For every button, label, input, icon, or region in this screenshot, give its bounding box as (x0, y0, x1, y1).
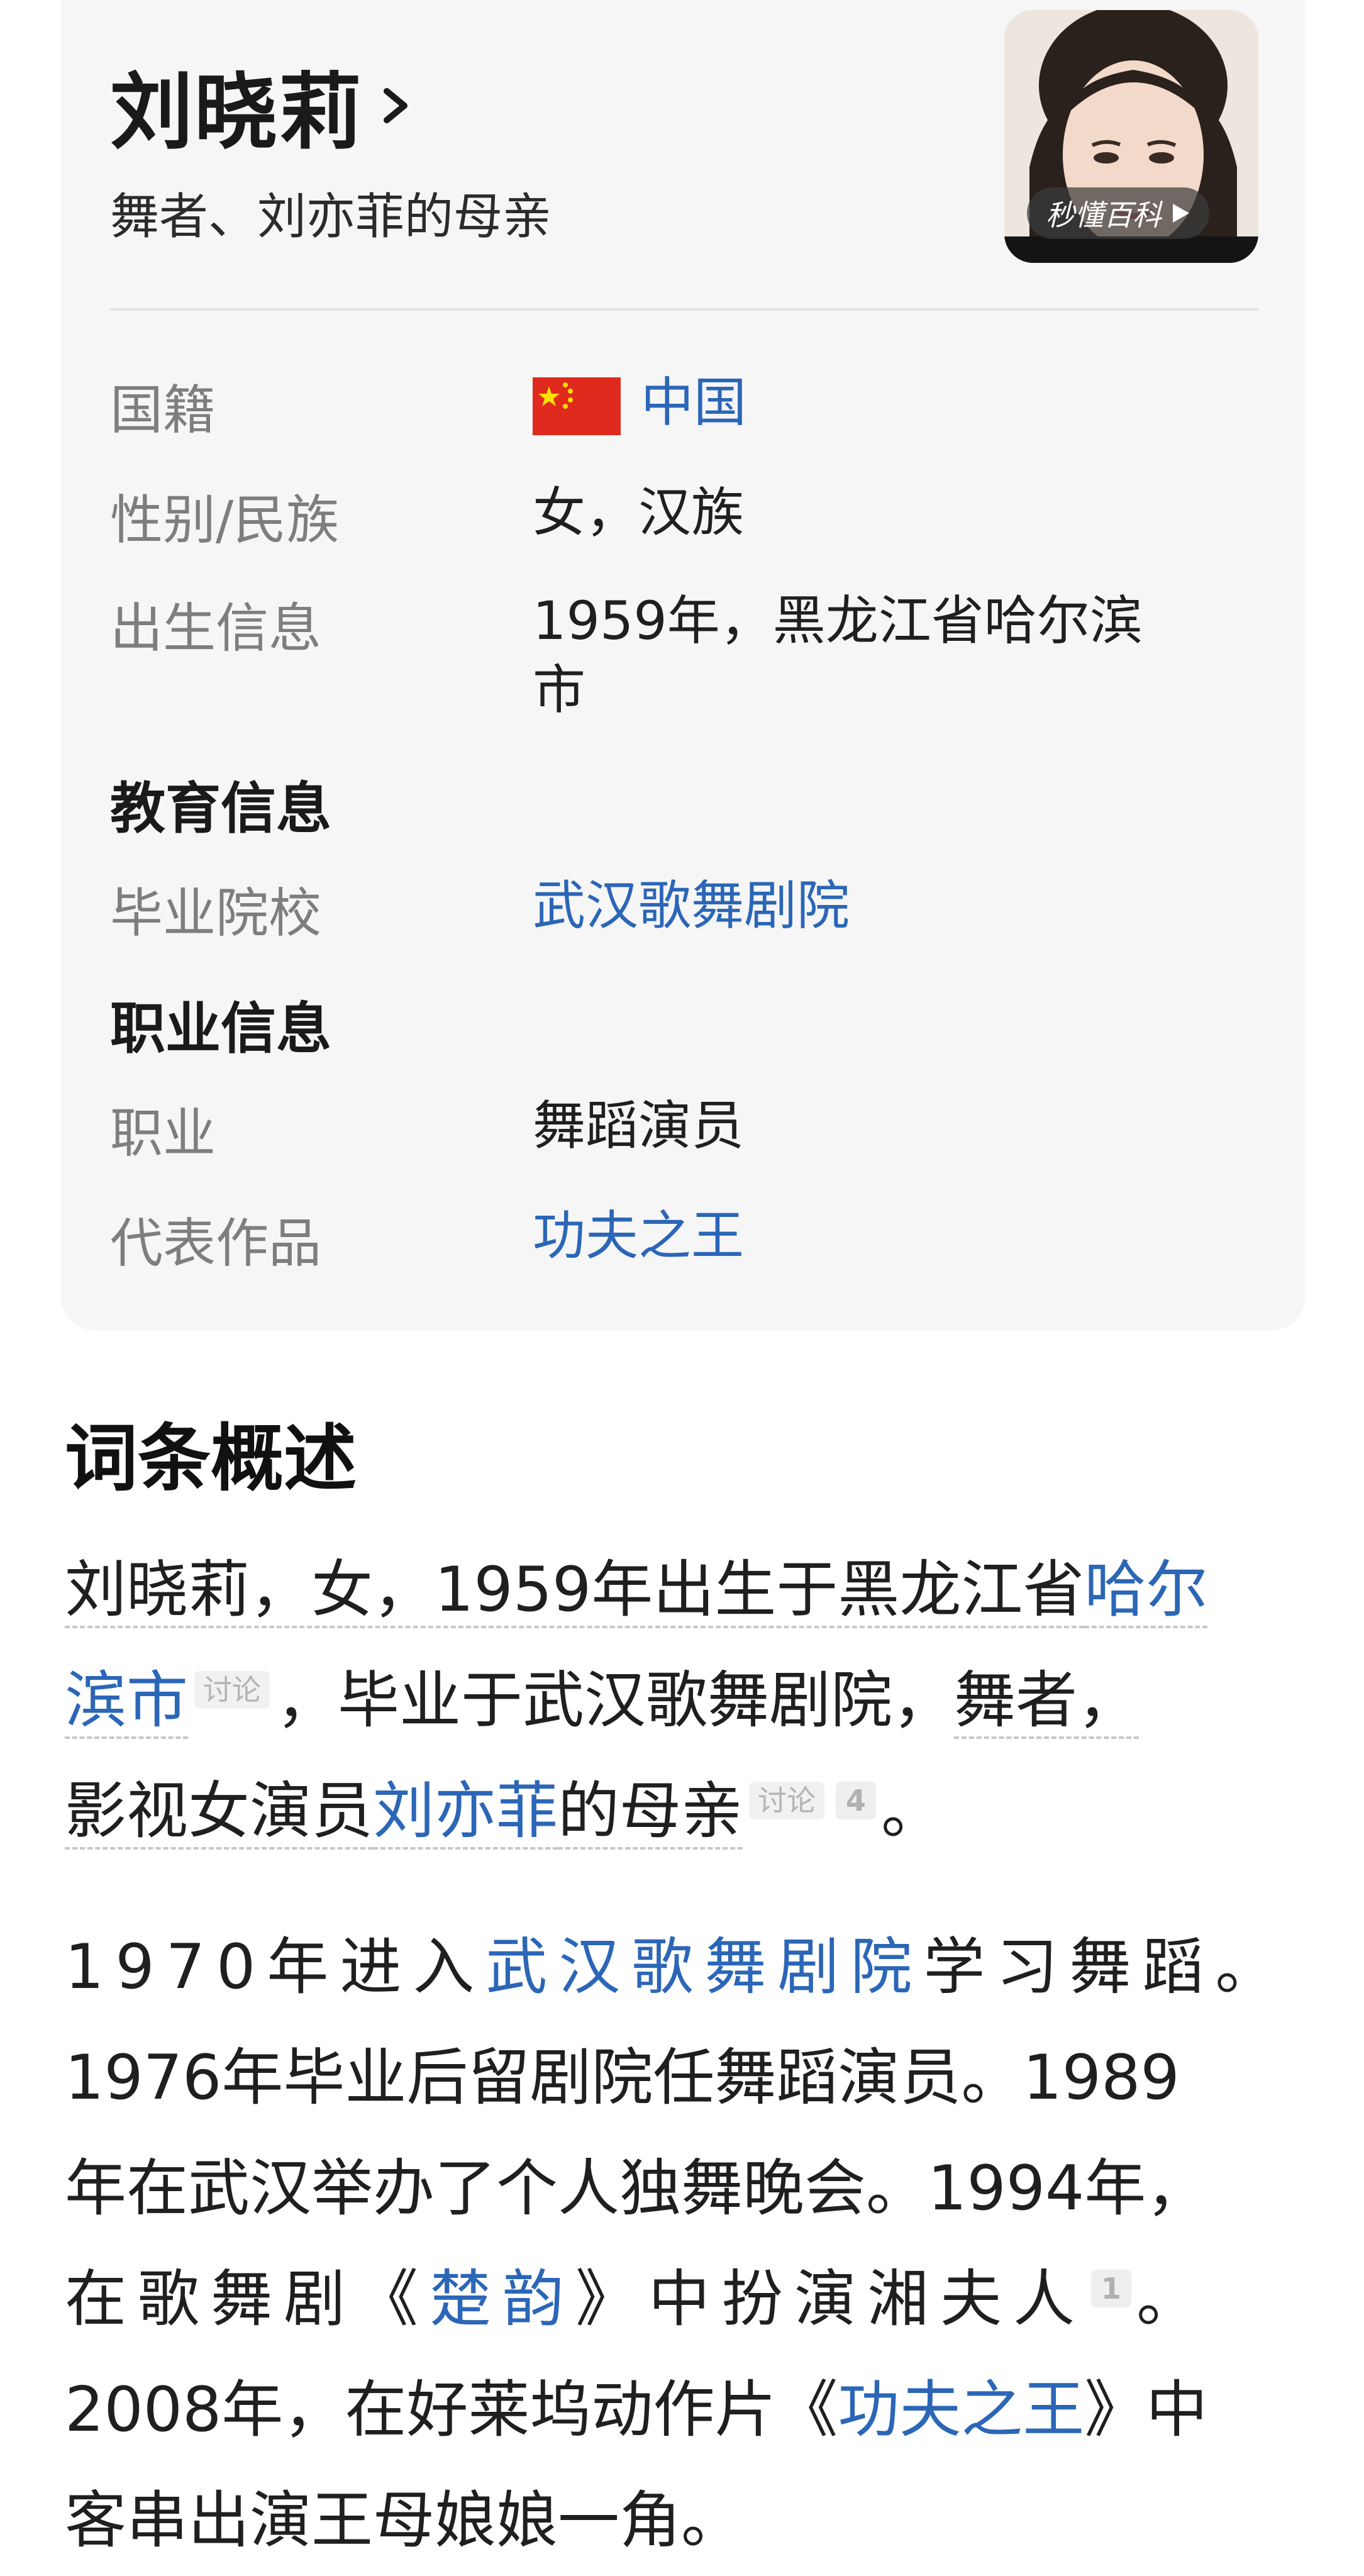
person-name: 刘晓莉 (110, 64, 363, 161)
reference-badge[interactable]: 4 (836, 1782, 877, 1820)
field-label: 性别/民族 (110, 489, 340, 551)
discuss-tag[interactable]: 讨论 (749, 1782, 825, 1820)
text-span: 影视女演员 (65, 1775, 374, 1850)
person-name-link[interactable]: 刘晓莉 (110, 45, 419, 165)
card-divider (110, 308, 1258, 311)
text-span: 1970年进入 (65, 1931, 486, 2003)
field-occupation: 职业 舞蹈演员 (110, 1091, 1261, 1167)
school-link[interactable]: 武汉歌舞剧院 (533, 871, 850, 947)
china-flag-icon (533, 377, 621, 436)
field-gender: 性别/民族 女，汉族 (110, 478, 1261, 554)
paragraph-line: 影视女演员刘亦菲的母亲 讨论 4。 (65, 1756, 1304, 1867)
birth-value-line: 1959年，黑龙江省哈尔滨 (533, 590, 1143, 652)
paragraph-line: 客串出演王母娘娘一角。 (65, 2485, 743, 2557)
paragraph-line: 1976年毕业后留剧院任舞蹈演员。1989 (65, 2042, 1180, 2114)
link-wuhan-opera[interactable]: 武汉歌舞剧院 (485, 1931, 923, 2003)
paragraph-line: 2008年，在好莱坞动作片《功夫之王》中 (65, 2355, 1304, 2465)
field-birth: 出生信息 1959年，黑龙江省哈尔滨 市 (110, 586, 1261, 724)
field-label: 职业 (110, 1102, 216, 1164)
paragraph-line: 滨市 讨论 ，毕业于武汉歌舞剧院，舞者， (65, 1645, 1304, 1756)
reference-badge[interactable]: 1 (1091, 2270, 1132, 2308)
text-span: 刘晓莉，女，1959年出生于黑龙江省 (65, 1554, 1085, 1628)
field-label: 毕业院校 (110, 882, 322, 944)
link-kungfu-king[interactable]: 功夫之王 (838, 2374, 1084, 2446)
play-icon (1173, 204, 1189, 223)
text-span: ，毕业于武汉歌舞剧院， (276, 1665, 955, 1736)
field-nationality: 国籍 中国 (110, 368, 1261, 444)
discuss-tag[interactable]: 讨论 (194, 1671, 270, 1709)
text-span: 的母亲 (558, 1775, 743, 1850)
chevron-right-icon (384, 87, 408, 123)
works-link[interactable]: 功夫之王 (533, 1201, 744, 1277)
field-works: 代表作品 功夫之王 (110, 1201, 1261, 1277)
text-span: 》中扮演湘夫人 (575, 2263, 1087, 2335)
link-liu-yifei[interactable]: 刘亦菲 (373, 1775, 558, 1850)
birth-value: 1959年，黑龙江省哈尔滨 市 (533, 586, 1143, 724)
text-span: 》中 (1084, 2374, 1208, 2446)
profile-photo[interactable]: 秒懂百科 (1004, 10, 1258, 263)
link-chu-yun[interactable]: 楚韵 (430, 2263, 575, 2335)
paragraph-line: 年在武汉举办了个人独舞晚会。1994年， (65, 2153, 1208, 2224)
page: 刘晓莉 舞者、刘亦菲的母亲 秒懂百科 国籍 中国 性别/民族 女，汉族 出生信息… (0, 0, 1364, 2572)
text-span: 在歌舞剧《 (65, 2263, 430, 2335)
section-career: 职业信息 (110, 996, 332, 1061)
paragraph-line: 在歌舞剧《楚韵》中扮演湘夫人 1。 (65, 2244, 1304, 2355)
paragraph-line: 1970年进入武汉歌舞剧院学习舞蹈。 (65, 1912, 1304, 2023)
paragraph-line: 刘晓莉，女，1959年出生于黑龙江省哈尔 (65, 1535, 1304, 1645)
video-badge[interactable]: 秒懂百科 (1027, 187, 1209, 239)
link-harbin[interactable]: 滨市 (65, 1665, 189, 1739)
field-label: 代表作品 (110, 1213, 322, 1274)
occupation-value: 舞蹈演员 (533, 1095, 745, 1157)
badge-label: 秒懂百科 (1046, 198, 1162, 232)
link-harbin[interactable]: 哈尔 (1084, 1554, 1208, 1628)
nationality-value[interactable]: 中国 (533, 368, 746, 444)
nationality-text[interactable]: 中国 (641, 372, 746, 433)
overview-paragraph-1: 刘晓莉，女，1959年出生于黑龙江省哈尔 滨市 讨论 ，毕业于武汉歌舞剧院，舞者， … (65, 1535, 1304, 1867)
overview-paragraph-2: 1970年进入武汉歌舞剧院学习舞蹈。 1976年毕业后留剧院任舞蹈演员。1989… (65, 1912, 1304, 2576)
field-label: 国籍 (110, 379, 216, 441)
field-label: 出生信息 (110, 597, 322, 659)
text-span: 舞者， (954, 1665, 1139, 1739)
person-subtitle: 舞者、刘亦菲的母亲 (110, 189, 552, 245)
text-span: 2008年，在好莱坞动作片《 (65, 2374, 838, 2446)
section-education: 教育信息 (110, 776, 332, 841)
text-span: 。 (1136, 2263, 1210, 2335)
overview-title: 词条概述 (65, 1416, 357, 1501)
text-span: 学习舞蹈。 (923, 1931, 1289, 2003)
birth-value-line: 市 (533, 659, 586, 721)
field-school: 毕业院校 武汉歌舞剧院 (110, 871, 1261, 947)
text-span: 。 (881, 1775, 943, 1847)
gender-value: 女，汉族 (533, 482, 745, 543)
